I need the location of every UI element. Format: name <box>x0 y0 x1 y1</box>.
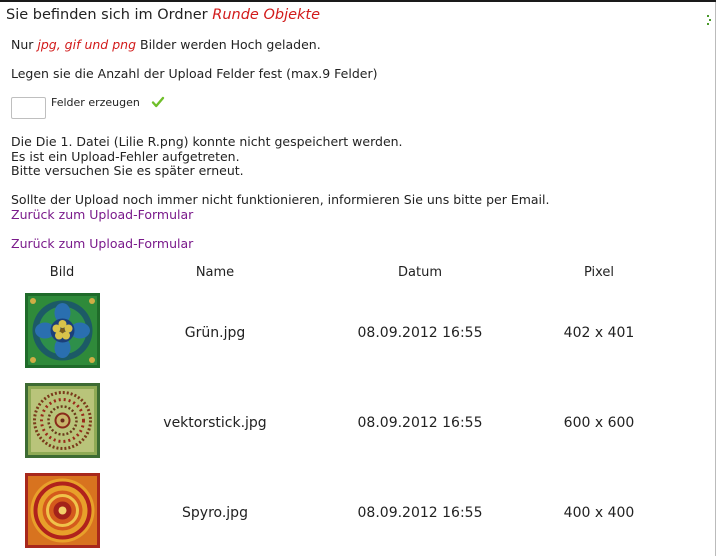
upload-limit-text: Legen sie die Anzahl der Upload Felder f… <box>11 66 378 81</box>
back-to-upload-link[interactable]: Zurück zum Upload-Formular <box>11 236 193 251</box>
file-date: 08.09.2012 16:55 <box>357 415 483 431</box>
table-header-bild: Bild <box>49 265 75 280</box>
back-to-upload-link-error[interactable]: Zurück zum Upload-Formular <box>11 207 193 222</box>
file-pixel: 400 x 400 <box>563 505 635 521</box>
error-line-4: Sollte der Upload noch immer nicht funkt… <box>11 192 550 207</box>
table-header-datum: Datum <box>398 265 442 280</box>
thumbnail-vektorstick[interactable] <box>25 383 100 458</box>
file-pixel: 600 x 600 <box>563 415 635 431</box>
error-line-2: Es ist ein Upload-Fehler aufgetreten. <box>11 149 240 164</box>
file-date: 08.09.2012 16:55 <box>357 505 483 521</box>
file-name: Spyro.jpg <box>182 505 248 521</box>
folder-name: Runde Objekte <box>212 7 321 23</box>
create-fields-button[interactable]: Felder erzeugen <box>51 96 140 109</box>
checkmark-icon[interactable] <box>151 95 165 109</box>
file-name: vektorstick.jpg <box>163 415 267 431</box>
allowed-types-suffix: Bilder werden Hoch geladen. <box>136 37 321 52</box>
upload-count-input[interactable] <box>11 97 46 119</box>
thumbnail-gruen[interactable] <box>25 293 100 368</box>
allowed-types-text: Nur jpg, gif und png Bilder werden Hoch … <box>11 37 321 52</box>
thumbnail-spyro[interactable] <box>25 473 100 548</box>
file-pixel: 402 x 401 <box>563 325 635 341</box>
corner-decoration-icon <box>707 15 711 25</box>
allowed-types: jpg, gif und png <box>37 37 137 52</box>
top-border <box>0 0 716 2</box>
folder-header-prefix: Sie befinden sich im Ordner <box>6 7 213 23</box>
error-line-3: Bitte versuchen Sie es später erneut. <box>11 163 244 178</box>
allowed-types-prefix: Nur <box>11 37 38 52</box>
table-header-pixel: Pixel <box>583 265 615 280</box>
error-line-1: Die Die 1. Datei (Lilie R.png) konnte ni… <box>11 134 403 149</box>
file-name: Grün.jpg <box>184 325 246 341</box>
folder-header: Sie befinden sich im Ordner Runde Objekt… <box>6 7 320 23</box>
file-date: 08.09.2012 16:55 <box>357 325 483 341</box>
table-header-name: Name <box>195 265 235 280</box>
